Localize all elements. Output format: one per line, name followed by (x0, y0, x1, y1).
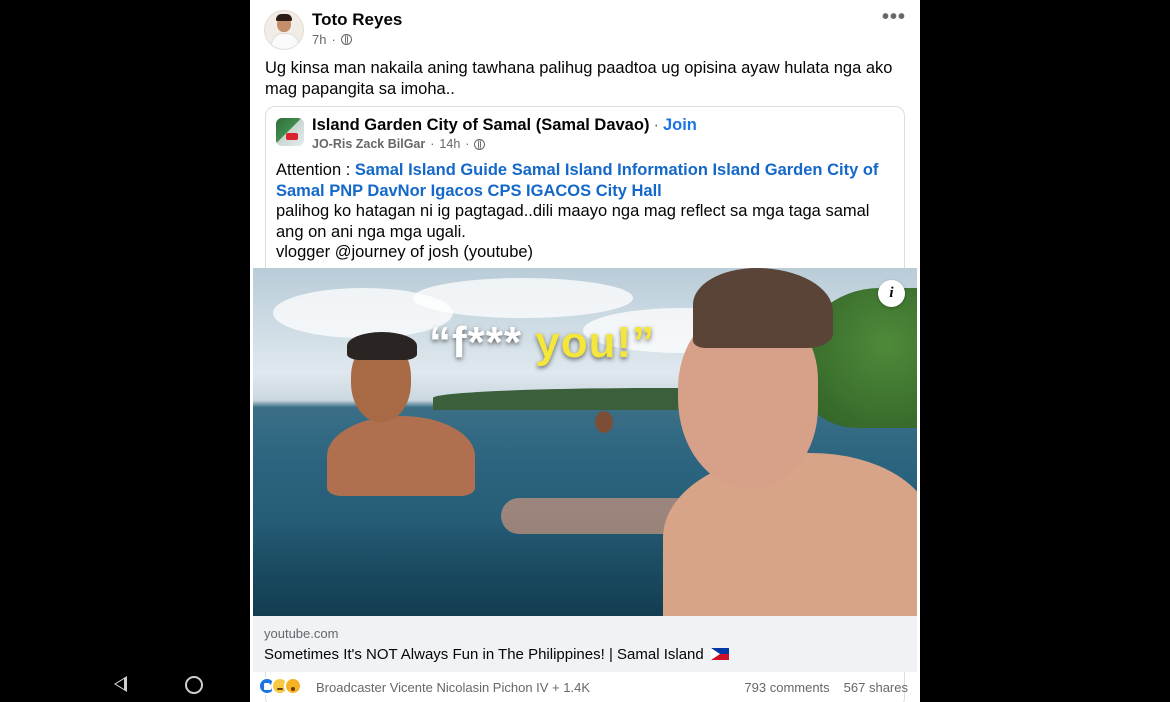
video-thumbnail[interactable]: “f*** you!” i (253, 268, 917, 616)
comments-count[interactable]: 793 comments (744, 680, 829, 695)
meta-separator: · (331, 32, 336, 47)
shared-group-header: Island Garden City of Samal (Samal Davao… (312, 116, 697, 135)
swimmer-left-hair (347, 332, 417, 360)
shared-text-line2: palihog ko hatagan ni ig pagtagad..dili … (276, 202, 870, 241)
globe-icon (474, 138, 486, 150)
post-footer: Broadcaster Vicente Nicolasin Pichon IV … (258, 672, 908, 702)
thumbnail-caption: “f*** you!” (429, 318, 655, 368)
wow-icon (284, 677, 302, 695)
tagged-pages[interactable]: Samal Island Guide Samal Island Informat… (276, 161, 878, 200)
link-domain: youtube.com (264, 626, 339, 641)
post-author-name[interactable]: Toto Reyes (312, 10, 402, 30)
vlogger-hair (693, 268, 833, 348)
android-home-icon[interactable] (185, 676, 203, 694)
swimmer-far-head (595, 411, 613, 433)
shared-meta: JO-Ris Zack BilGar · 14h · (312, 137, 486, 151)
attention-label: Attention : (276, 161, 355, 179)
swimmer-left-body (327, 416, 475, 496)
shared-text-line3: vlogger @journey of josh (youtube) (276, 243, 534, 261)
caption-text: “f*** (429, 318, 536, 367)
philippines-flag-icon (710, 648, 729, 660)
android-back-icon[interactable] (114, 676, 127, 692)
engagement-counts: 793 comments 567 shares (744, 680, 908, 695)
author-avatar[interactable] (264, 10, 304, 50)
shared-separator-1: · (430, 137, 435, 151)
link-title[interactable]: Sometimes It's NOT Always Fun in The Phi… (264, 646, 729, 663)
group-avatar[interactable] (276, 118, 304, 146)
post-text: Ug kinsa man nakaila aning tawhana palih… (265, 59, 893, 98)
caption-highlight: you!” (535, 318, 656, 367)
post-meta: 7h · (312, 32, 352, 47)
shared-separator-2: · (465, 137, 470, 151)
globe-icon (340, 34, 352, 45)
shared-time[interactable]: 14h (439, 137, 460, 151)
join-button[interactable]: Join (663, 116, 697, 134)
reaction-icons[interactable] (258, 677, 302, 695)
info-icon[interactable]: i (878, 280, 905, 307)
header-dot: · (653, 116, 659, 134)
reactions-summary[interactable]: Broadcaster Vicente Nicolasin Pichon IV … (316, 680, 590, 695)
shared-author[interactable]: JO-Ris Zack BilGar (312, 137, 425, 151)
vlogger-body (663, 453, 917, 616)
shared-post-text: Attention : Samal Island Guide Samal Isl… (276, 160, 896, 263)
link-preview[interactable]: youtube.com Sometimes It's NOT Always Fu… (253, 616, 917, 672)
link-title-text: Sometimes It's NOT Always Fun in The Phi… (264, 646, 704, 663)
post-time[interactable]: 7h (312, 32, 326, 47)
shares-count[interactable]: 567 shares (844, 680, 908, 695)
more-options-icon[interactable]: ••• (882, 7, 906, 27)
group-name[interactable]: Island Garden City of Samal (Samal Davao… (312, 116, 649, 134)
